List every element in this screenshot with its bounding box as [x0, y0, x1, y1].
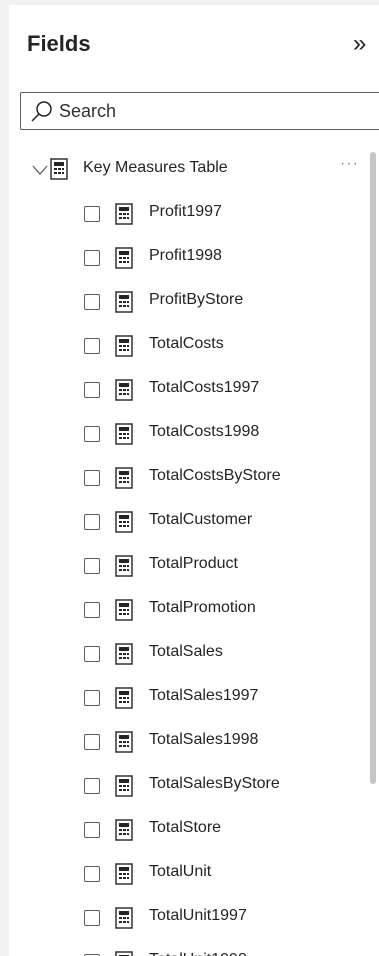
field-row[interactable]: TotalSales1998: [0, 727, 370, 771]
field-checkbox[interactable]: [84, 250, 100, 266]
calculator-icon: [115, 731, 133, 753]
fields-pane: Fields » Key Measures Table: [0, 0, 379, 956]
field-row[interactable]: TotalUnit1998: [0, 947, 370, 956]
field-row[interactable]: TotalUnit: [0, 859, 370, 903]
field-label: TotalCosts1997: [149, 379, 260, 396]
pane-title: Fields: [27, 31, 91, 56]
field-label: TotalCosts1998: [149, 423, 260, 440]
search-input[interactable]: [59, 93, 379, 129]
field-label: TotalSalesByStore: [149, 775, 280, 792]
field-row[interactable]: Profit1997: [0, 199, 370, 243]
field-checkbox[interactable]: [84, 822, 100, 838]
field-row[interactable]: TotalSalesByStore: [0, 771, 370, 815]
field-label: TotalUnit1997: [149, 907, 247, 924]
calculator-icon: [115, 379, 133, 401]
field-checkbox[interactable]: [84, 558, 100, 574]
field-tree: Key Measures Table ··· Profit1997 Profit1…: [0, 155, 370, 956]
field-label: TotalCustomer: [149, 511, 253, 528]
calculator-icon: [115, 951, 133, 956]
calculator-table-icon: [50, 158, 68, 180]
calculator-icon: [115, 467, 133, 489]
field-checkbox[interactable]: [84, 382, 100, 398]
field-label: Profit1998: [149, 247, 222, 264]
calculator-icon: [115, 247, 133, 269]
field-checkbox[interactable]: [84, 690, 100, 706]
field-row[interactable]: TotalPromotion: [0, 595, 370, 639]
field-checkbox[interactable]: [84, 470, 100, 486]
field-row[interactable]: TotalProduct: [0, 551, 370, 595]
field-label: TotalSales: [149, 643, 223, 660]
search-box[interactable]: [20, 92, 379, 130]
field-label: TotalPromotion: [149, 599, 256, 616]
search-icon: [31, 101, 52, 122]
collapse-pane-icon[interactable]: »: [353, 30, 379, 60]
table-name: Key Measures Table: [83, 159, 228, 176]
calculator-icon: [115, 643, 133, 665]
chevron-down-icon[interactable]: [31, 161, 49, 179]
field-row[interactable]: TotalStore: [0, 815, 370, 859]
calculator-icon: [115, 291, 133, 313]
calculator-icon: [115, 203, 133, 225]
field-checkbox[interactable]: [84, 866, 100, 882]
field-checkbox[interactable]: [84, 734, 100, 750]
field-label: ProfitByStore: [149, 291, 244, 308]
field-checkbox[interactable]: [84, 646, 100, 662]
table-row-key-measures[interactable]: Key Measures Table ···: [0, 155, 370, 199]
field-label: Profit1997: [149, 203, 222, 220]
calculator-icon: [115, 511, 133, 533]
field-row[interactable]: TotalCosts1998: [0, 419, 370, 463]
field-checkbox[interactable]: [84, 602, 100, 618]
field-row[interactable]: TotalCustomer: [0, 507, 370, 551]
field-label: TotalUnit1998: [149, 951, 247, 956]
calculator-icon: [115, 423, 133, 445]
field-checkbox[interactable]: [84, 514, 100, 530]
field-row[interactable]: TotalSales: [0, 639, 370, 683]
field-row[interactable]: TotalUnit1997: [0, 903, 370, 947]
field-row[interactable]: TotalCosts: [0, 331, 370, 375]
field-label: TotalStore: [149, 819, 222, 836]
field-row[interactable]: TotalCostsByStore: [0, 463, 370, 507]
field-label: TotalSales1998: [149, 731, 259, 748]
calculator-icon: [115, 687, 133, 709]
field-row[interactable]: TotalCosts1997: [0, 375, 370, 419]
calculator-icon: [115, 599, 133, 621]
calculator-icon: [115, 907, 133, 929]
field-checkbox[interactable]: [84, 778, 100, 794]
field-label: TotalCostsByStore: [149, 467, 281, 484]
field-checkbox[interactable]: [84, 338, 100, 354]
field-checkbox[interactable]: [84, 294, 100, 310]
scrollbar-thumb[interactable]: [370, 152, 376, 784]
field-label: TotalProduct: [149, 555, 238, 572]
field-label: TotalSales1997: [149, 687, 259, 704]
calculator-icon: [115, 863, 133, 885]
field-checkbox[interactable]: [84, 426, 100, 442]
pane-header: Fields »: [27, 28, 379, 64]
field-label: TotalUnit: [149, 863, 212, 880]
calculator-icon: [115, 819, 133, 841]
field-checkbox[interactable]: [84, 206, 100, 222]
field-row[interactable]: ProfitByStore: [0, 287, 370, 331]
field-row[interactable]: TotalSales1997: [0, 683, 370, 727]
more-options-icon[interactable]: ···: [340, 155, 359, 173]
field-checkbox[interactable]: [84, 910, 100, 926]
field-list: Profit1997 Profit1998 ProfitByStore TotalCo…: [0, 199, 370, 956]
field-label: TotalCosts: [149, 335, 224, 352]
field-row[interactable]: Profit1998: [0, 243, 370, 287]
calculator-icon: [115, 555, 133, 577]
calculator-icon: [115, 335, 133, 357]
calculator-icon: [115, 775, 133, 797]
